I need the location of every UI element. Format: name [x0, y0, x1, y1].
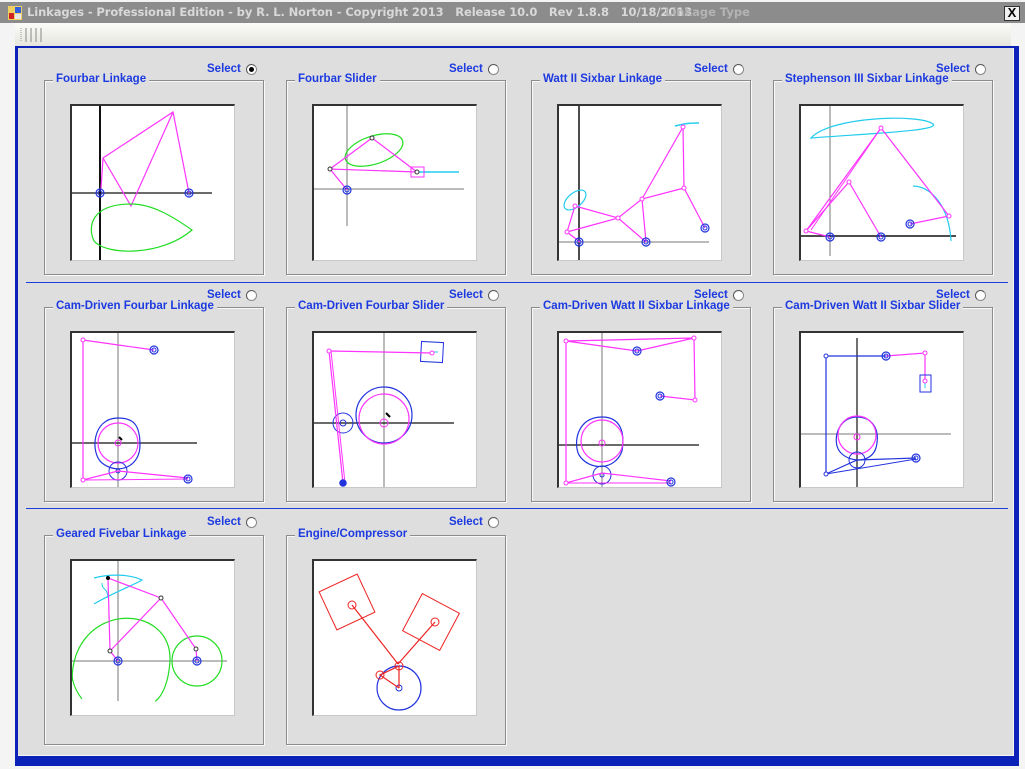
- group-cam-driven-watt-ii-sixbar-linkage: Cam-Driven Watt II Sixbar Linkage: [531, 300, 751, 502]
- select-radio-cam-driven-watt-ii-sixbar-linkage[interactable]: [733, 290, 744, 301]
- select-radio-cam-driven-watt-ii-sixbar-slider[interactable]: [975, 290, 986, 301]
- group-stephenson-iii-sixbar-linkage: Stephenson III Sixbar Linkage: [773, 73, 993, 275]
- linkage-diagram: [72, 333, 197, 487]
- select-label: Select: [207, 63, 241, 75]
- linkage-diagram: [801, 338, 951, 487]
- linkage-diagram: [314, 106, 464, 226]
- linkage-diagram: [72, 106, 212, 260]
- row-separator: [26, 508, 1008, 509]
- group-title: Fourbar Slider: [295, 73, 380, 85]
- group-title: Cam-Driven Watt II Sixbar Linkage: [540, 300, 733, 312]
- select-label: Select: [449, 289, 483, 301]
- select-radio-stephenson-iii-sixbar-linkage[interactable]: [975, 64, 986, 75]
- linkage-preview-fourbar-linkage[interactable]: [70, 104, 235, 261]
- select-label: Select: [449, 63, 483, 75]
- group-title: Geared Fivebar Linkage: [53, 528, 190, 540]
- select-radio-geared-fivebar-linkage[interactable]: [246, 517, 257, 528]
- linkage-preview-engine-compressor[interactable]: [312, 559, 477, 716]
- app-icon: [8, 6, 22, 20]
- group-title: Cam-Driven Watt II Sixbar Slider: [782, 300, 964, 312]
- group-watt-ii-sixbar-linkage: Watt II Sixbar Linkage: [531, 73, 751, 275]
- group-title: Cam-Driven Fourbar Slider: [295, 300, 448, 312]
- group-title: Stephenson III Sixbar Linkage: [782, 73, 952, 85]
- toolbar-grip-icon[interactable]: [19, 28, 45, 42]
- group-cam-driven-watt-ii-sixbar-slider: Cam-Driven Watt II Sixbar Slider: [773, 300, 993, 502]
- linkage-diagram: [314, 333, 454, 487]
- row-separator: [26, 282, 1008, 283]
- group-title: Fourbar Linkage: [53, 73, 150, 85]
- group-engine-compressor: Engine/Compressor: [286, 528, 506, 745]
- select-label: Select: [694, 63, 728, 75]
- linkage-diagram: [559, 106, 710, 260]
- linkage-diagram: [801, 106, 956, 256]
- linkage-preview-fourbar-slider[interactable]: [312, 104, 477, 261]
- select-radio-fourbar-slider[interactable]: [488, 64, 499, 75]
- close-icon: X: [1007, 5, 1017, 20]
- linkage-preview-cam-driven-watt-ii-sixbar-linkage[interactable]: [557, 331, 722, 488]
- window-title: Linkages - Professional Edition - by R. …: [27, 5, 693, 19]
- close-button[interactable]: X: [1004, 6, 1020, 21]
- group-fourbar-slider: Fourbar Slider: [286, 73, 506, 275]
- group-fourbar-linkage: Fourbar Linkage: [44, 73, 264, 275]
- select-radio-cam-driven-fourbar-linkage[interactable]: [246, 290, 257, 301]
- select-label: Select: [449, 516, 483, 528]
- title-bar: Linkages - Professional Edition - by R. …: [0, 2, 1025, 23]
- linkage-preview-cam-driven-fourbar-slider[interactable]: [312, 331, 477, 488]
- select-radio-fourbar-linkage[interactable]: [246, 64, 257, 75]
- group-title: Engine/Compressor: [295, 528, 411, 540]
- linkage-preview-watt-ii-sixbar-linkage[interactable]: [557, 104, 722, 261]
- group-title: Cam-Driven Fourbar Linkage: [53, 300, 217, 312]
- group-geared-fivebar-linkage: Geared Fivebar Linkage: [44, 528, 264, 745]
- linkage-diagram: [72, 561, 227, 702]
- group-cam-driven-fourbar-slider: Cam-Driven Fourbar Slider: [286, 300, 506, 502]
- group-cam-driven-fourbar-linkage: Cam-Driven Fourbar Linkage: [44, 300, 264, 502]
- window-subtitle: Linkage Type: [665, 5, 750, 19]
- select-radio-cam-driven-fourbar-slider[interactable]: [488, 290, 499, 301]
- linkage-preview-cam-driven-fourbar-linkage[interactable]: [70, 331, 235, 488]
- linkage-preview-stephenson-iii-sixbar-linkage[interactable]: [799, 104, 964, 261]
- select-radio-watt-ii-sixbar-linkage[interactable]: [733, 64, 744, 75]
- linkage-preview-cam-driven-watt-ii-sixbar-slider[interactable]: [799, 331, 964, 488]
- linkage-diagram: [318, 573, 461, 711]
- linkage-preview-geared-fivebar-linkage[interactable]: [70, 559, 235, 716]
- linkage-diagram: [559, 333, 699, 487]
- group-title: Watt II Sixbar Linkage: [540, 73, 666, 85]
- select-radio-engine-compressor[interactable]: [488, 517, 499, 528]
- select-label: Select: [207, 516, 241, 528]
